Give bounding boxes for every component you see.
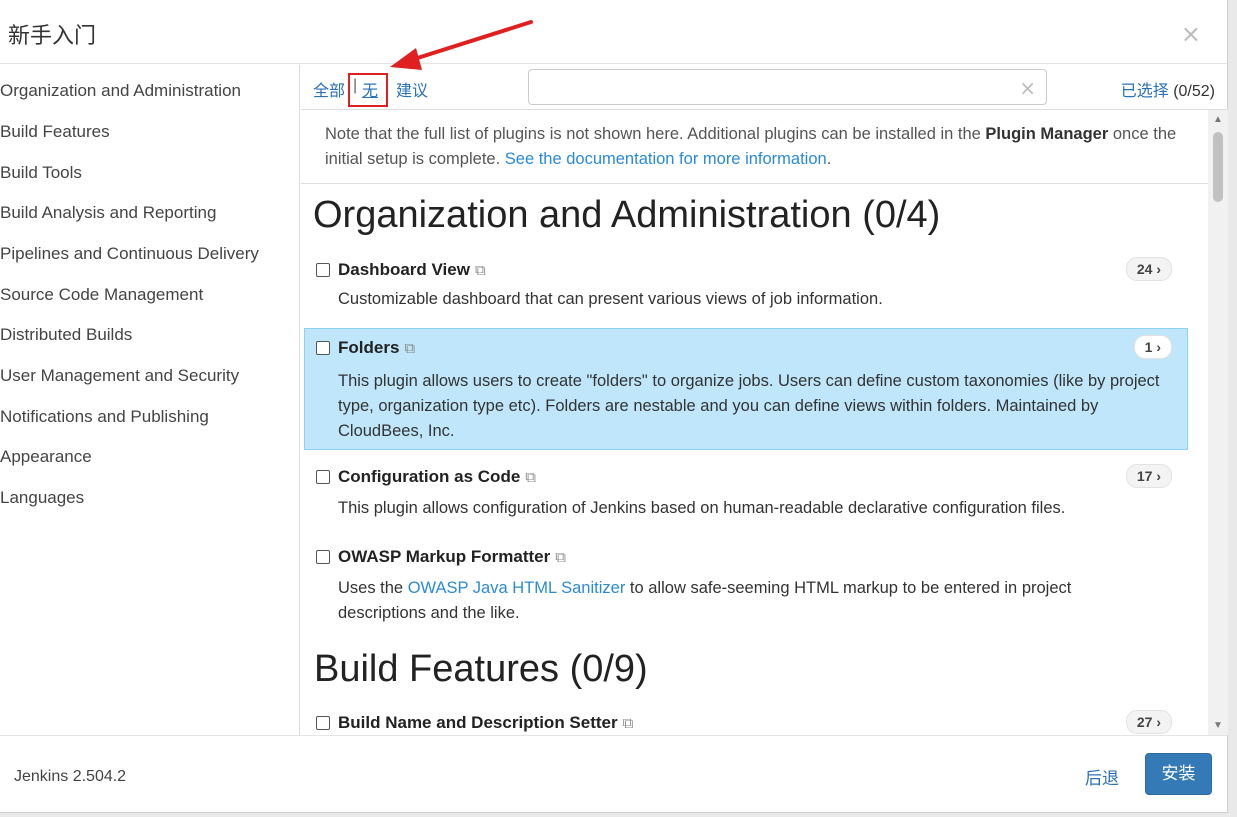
selection-toolbar: 全部 | 无 建议 × 已选择 (0/52) bbox=[301, 65, 1228, 110]
plugin-list-panel: 全部 | 无 建议 × 已选择 (0/52) Note that the ful… bbox=[301, 65, 1228, 735]
sidebar-item-organization-and-administration[interactable]: Organization and Administration bbox=[0, 71, 241, 111]
selected-count-value: (0/52) bbox=[1173, 83, 1215, 100]
external-link-icon[interactable]: ⧉ bbox=[623, 714, 634, 732]
plugin-search-box: × bbox=[528, 69, 1047, 105]
scrollbar-thumb[interactable] bbox=[1213, 132, 1223, 202]
external-link-icon[interactable]: ⧉ bbox=[525, 468, 536, 486]
external-link-icon[interactable]: ⧉ bbox=[555, 548, 566, 566]
section-title-organization: Organization and Administration (0/4) bbox=[313, 194, 941, 236]
selected-count: 已选择 (0/52) bbox=[1121, 77, 1215, 101]
plugin-row: Build Name and Description Setter ⧉ 27 › bbox=[304, 704, 1188, 735]
plugin-name: Configuration as Code ⧉ bbox=[338, 467, 536, 486]
plugin-name: OWASP Markup Formatter ⧉ bbox=[338, 547, 566, 566]
plugin-name: Build Name and Description Setter ⧉ bbox=[338, 713, 634, 732]
note-end: . bbox=[826, 150, 832, 168]
external-link-icon[interactable]: ⧉ bbox=[475, 261, 486, 279]
dependency-badge[interactable]: 24 › bbox=[1125, 257, 1172, 281]
jenkins-version: Jenkins 2.504.2 bbox=[14, 768, 127, 785]
documentation-link[interactable]: See the documentation for more informati… bbox=[505, 150, 827, 168]
plugin-description: This plugin allows configuration of Jenk… bbox=[338, 499, 1066, 517]
plugin-row-selected: Folders ⧉ 1 › This plugin allows users to… bbox=[304, 328, 1188, 450]
plugin-row: OWASP Markup Formatter ⧉ Uses the OWASP J… bbox=[304, 538, 1188, 632]
selected-filter-link[interactable]: 已选择 bbox=[1121, 81, 1169, 100]
sidebar-item-build-tools[interactable]: Build Tools bbox=[0, 153, 82, 193]
plugin-search-input[interactable] bbox=[535, 70, 1019, 104]
plugin-list-content: Note that the full list of plugins is no… bbox=[301, 110, 1208, 735]
section-title-build-features: Build Features (0/9) bbox=[314, 648, 648, 690]
owasp-sanitizer-link[interactable]: OWASP Java HTML Sanitizer bbox=[408, 579, 626, 597]
back-button[interactable]: 后退 bbox=[1085, 764, 1119, 789]
sidebar-item-build-analysis-and-reporting[interactable]: Build Analysis and Reporting bbox=[0, 193, 216, 233]
dialog-header: 新手入门 × bbox=[0, 0, 1227, 64]
setup-dialog: 新手入门 × Organization and Administration B… bbox=[0, 0, 1228, 813]
plugin-name: Folders ⧉ bbox=[338, 338, 416, 357]
category-sidebar: Organization and Administration Build Fe… bbox=[0, 65, 300, 735]
annotation-highlight-box bbox=[348, 73, 388, 107]
external-link-icon[interactable]: ⧉ bbox=[404, 339, 415, 357]
plugin-name: Dashboard View ⧉ bbox=[338, 260, 486, 279]
sidebar-item-user-management-and-security[interactable]: User Management and Security bbox=[0, 356, 239, 396]
sidebar-item-distributed-builds[interactable]: Distributed Builds bbox=[0, 315, 132, 355]
sidebar-item-pipelines-and-continuous-delivery[interactable]: Pipelines and Continuous Delivery bbox=[0, 234, 259, 274]
plugin-description: Uses the OWASP Java HTML Sanitizer to al… bbox=[338, 579, 1072, 622]
plugin-checkbox[interactable] bbox=[316, 470, 330, 484]
sidebar-item-source-code-management[interactable]: Source Code Management bbox=[0, 275, 203, 315]
sidebar-item-appearance[interactable]: Appearance bbox=[0, 437, 92, 477]
plugin-manager-label: Plugin Manager bbox=[985, 125, 1109, 143]
dialog-footer: Jenkins 2.504.2 后退 安装 bbox=[0, 735, 1227, 813]
dependency-badge[interactable]: 27 › bbox=[1125, 710, 1172, 734]
dependency-badge[interactable]: 1 › bbox=[1133, 335, 1172, 359]
clear-icon[interactable]: × bbox=[1019, 76, 1036, 100]
scroll-up-arrow-icon[interactable]: ▲ bbox=[1213, 114, 1223, 125]
plugin-description: Customizable dashboard that can present … bbox=[338, 290, 883, 308]
dialog-title: 新手入门 bbox=[8, 24, 97, 49]
plugin-checkbox[interactable] bbox=[316, 341, 330, 355]
plugin-row: Dashboard View ⧉ 24 › Customizable dashbo… bbox=[304, 249, 1188, 315]
plugin-list-scrollbar[interactable]: ▲ ▼ bbox=[1208, 110, 1228, 735]
plugin-checkbox[interactable] bbox=[316, 263, 330, 277]
sidebar-item-languages[interactable]: Languages bbox=[0, 478, 84, 518]
plugin-checkbox[interactable] bbox=[316, 550, 330, 564]
select-suggested-link[interactable]: 建议 bbox=[396, 77, 428, 101]
sidebar-item-notifications-and-publishing[interactable]: Notifications and Publishing bbox=[0, 397, 209, 437]
select-all-link[interactable]: 全部 bbox=[313, 77, 345, 101]
plugin-row: Configuration as Code ⧉ 17 › This plugin … bbox=[304, 458, 1188, 526]
plugin-note: Note that the full list of plugins is no… bbox=[301, 110, 1208, 184]
plugin-checkbox[interactable] bbox=[316, 716, 330, 730]
close-icon[interactable]: × bbox=[1181, 20, 1201, 48]
scroll-down-arrow-icon[interactable]: ▼ bbox=[1213, 720, 1223, 731]
install-button[interactable]: 安装 bbox=[1145, 753, 1212, 795]
plugin-description: This plugin allows users to create "fold… bbox=[338, 372, 1160, 440]
note-text: Note that the full list of plugins is no… bbox=[325, 125, 986, 143]
sidebar-item-build-features[interactable]: Build Features bbox=[0, 112, 110, 152]
dependency-badge[interactable]: 17 › bbox=[1125, 464, 1172, 488]
